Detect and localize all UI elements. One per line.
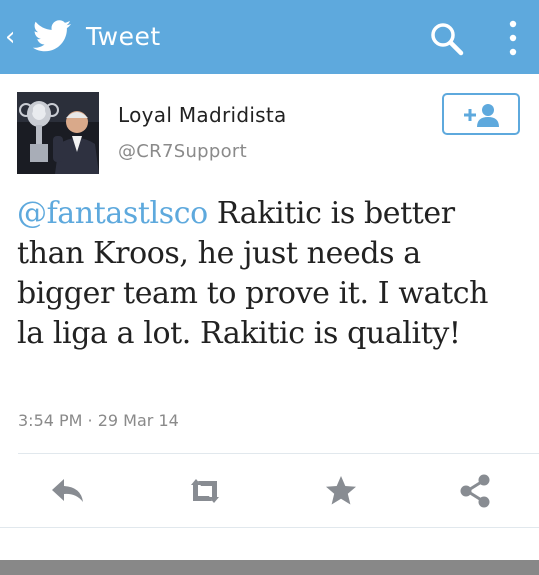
- tweet-text: @fantastlsco Rakitic is better than Kroo…: [17, 194, 522, 354]
- mention-link[interactable]: @fantastlsco: [17, 196, 208, 231]
- avatar[interactable]: [17, 92, 99, 174]
- favorite-star-icon[interactable]: [321, 471, 361, 511]
- twitter-bird-icon[interactable]: [32, 20, 72, 54]
- app-bar: ‹ Tweet: [0, 0, 539, 74]
- reply-icon[interactable]: [48, 471, 88, 511]
- share-icon[interactable]: [455, 471, 495, 511]
- divider: [18, 453, 539, 454]
- follow-button[interactable]: [442, 93, 520, 135]
- retweet-icon[interactable]: [185, 471, 225, 511]
- divider: [0, 527, 539, 528]
- chevron-left-icon[interactable]: ‹: [5, 22, 23, 52]
- page-title: Tweet: [86, 22, 161, 51]
- author-handle[interactable]: @CR7Support: [118, 141, 247, 162]
- overflow-menu-icon[interactable]: [504, 19, 522, 57]
- author-display-name[interactable]: Loyal Madridista: [118, 103, 287, 127]
- search-icon[interactable]: [430, 22, 464, 56]
- bottom-edge: [0, 560, 539, 575]
- tweet-timestamp: 3:54 PM · 29 Mar 14: [18, 411, 179, 430]
- add-user-icon: [464, 104, 499, 127]
